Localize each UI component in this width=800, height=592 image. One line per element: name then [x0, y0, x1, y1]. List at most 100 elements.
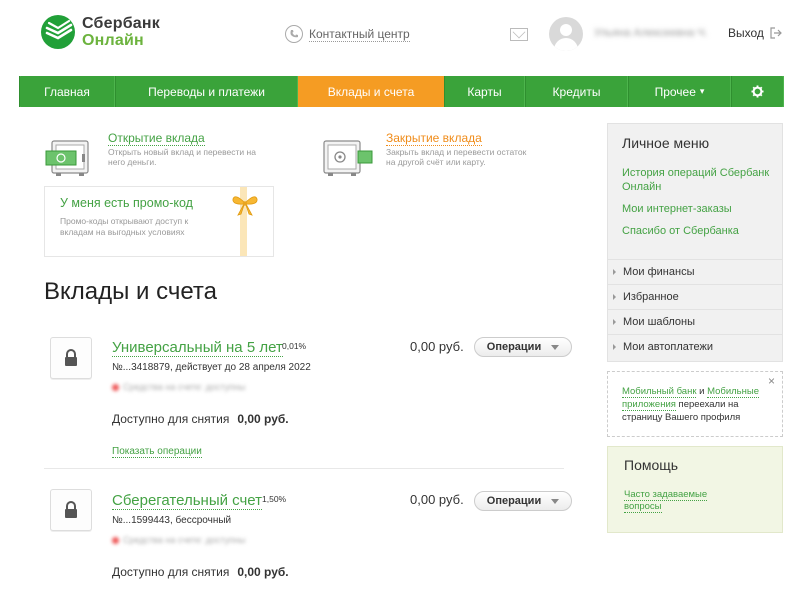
help-block: Помощь Часто задаваемые вопросы	[607, 446, 783, 533]
faq-link[interactable]: Часто задаваемые вопросы	[624, 489, 734, 513]
contact-center-link[interactable]: Контактный центр	[309, 27, 410, 42]
account-lock-tile	[50, 337, 92, 379]
mail-icon[interactable]	[510, 28, 528, 41]
chevron-right-icon	[613, 344, 616, 350]
sberbank-logo[interactable]: Сбербанк Онлайн	[40, 13, 180, 53]
gift-bow-icon	[232, 196, 258, 216]
promo-title[interactable]: У меня есть промо-код	[60, 196, 193, 210]
mobile-notice: × Мобильный банк и Мобильные приложения …	[607, 371, 783, 437]
close-deposit-link[interactable]: Закрытие вклада	[386, 131, 482, 146]
available-value: 0,00 руб.	[237, 565, 289, 579]
status-dot-icon	[112, 536, 119, 544]
nav-tab-transfers[interactable]: Переводы и платежи	[115, 76, 298, 107]
sidebar-item-finances[interactable]: Мои финансы	[608, 259, 782, 284]
sidebar-item-label: Мои автоплатежи	[623, 341, 714, 353]
sidebar-item-label: Избранное	[623, 291, 679, 303]
sidebar-link-spasibo[interactable]: Спасибо от Сбербанка	[622, 224, 777, 238]
account-lock-tile	[50, 489, 92, 531]
sidebar-item-autopayments[interactable]: Мои автоплатежи	[608, 334, 782, 359]
promo-desc: Промо-коды открывают доступ к вкладам на…	[60, 216, 189, 237]
logo-text-online: Онлайн	[82, 32, 144, 49]
avatar[interactable]	[549, 17, 583, 51]
personal-menu-title: Личное меню	[622, 135, 710, 151]
account-available: Доступно для снятия 0,00 руб.	[112, 412, 289, 426]
main-nav: Главная Переводы и платежи Вклады и счет…	[19, 76, 784, 107]
nav-tab-label: Главная	[44, 84, 90, 99]
phone-icon	[285, 25, 303, 43]
lock-icon	[65, 349, 77, 366]
mobile-bank-link[interactable]: Мобильный банк	[622, 386, 697, 398]
gear-icon	[751, 85, 764, 98]
help-title: Помощь	[624, 457, 679, 473]
chevron-down-icon	[551, 498, 560, 504]
safe-money-icon	[45, 140, 89, 176]
account-rate: 1,50%	[262, 494, 287, 504]
nav-settings[interactable]	[731, 76, 784, 107]
sberbank-logo-icon	[41, 15, 75, 49]
personal-menu: Личное меню История операций Сбербанк Он…	[607, 123, 783, 362]
nav-tab-deposits[interactable]: Вклады и счета	[298, 76, 444, 107]
close-deposit-desc: Закрыть вклад и перевести остаток на дру…	[386, 147, 527, 167]
sidebar-link-orders[interactable]: Мои интернет-заказы	[622, 202, 777, 216]
divider	[44, 468, 564, 469]
available-value: 0,00 руб.	[237, 412, 289, 426]
account-card: Сберегательный счет 1,50% №...1599443, б…	[44, 489, 572, 589]
faq-link-text: Часто задаваемые вопросы	[624, 489, 708, 513]
account-name[interactable]: Универсальный на 5 лет	[112, 339, 283, 357]
account-status-text: Средства на счете: доступны	[123, 382, 246, 392]
nav-tab-label: Вклады и счета	[327, 84, 415, 99]
account-amount: 0,00 руб.	[410, 339, 464, 354]
logout-icon	[770, 27, 782, 39]
account-card: Универсальный на 5 лет 0,01% №...3418879…	[44, 335, 572, 465]
notice-and: и	[696, 386, 708, 397]
logout-button[interactable]: Выход	[728, 26, 782, 40]
account-amount: 0,00 руб.	[410, 492, 464, 507]
account-number: №...3418879, действует до 28 апреля 2022	[112, 362, 311, 373]
close-deposit-action[interactable]: Закрытие вклада Закрыть вклад и перевест…	[322, 131, 552, 181]
safe-icon	[323, 140, 373, 176]
open-deposit-link[interactable]: Открытие вклада	[108, 131, 205, 146]
sidebar-item-label: Мои финансы	[623, 266, 695, 278]
contact-center[interactable]: Контактный центр	[285, 24, 410, 44]
header: Сбербанк Онлайн Контактный центр Ульяна …	[0, 0, 800, 72]
account-status-text: Средства на счете: доступны	[123, 535, 246, 545]
sidebar-item-templates[interactable]: Мои шаблоны	[608, 309, 782, 334]
logout-label: Выход	[728, 26, 764, 40]
avatar-head	[560, 24, 572, 36]
nav-tab-label: Карты	[467, 84, 502, 99]
open-deposit-desc: Открыть новый вклад и перевести на него …	[108, 147, 256, 167]
show-operations-link[interactable]: Показать операции	[112, 446, 202, 458]
status-dot-icon	[112, 383, 119, 391]
nav-tab-label: Кредиты	[552, 84, 601, 99]
notice-text: Мобильный банк и Мобильные приложения пе…	[622, 385, 772, 424]
operations-label: Операции	[486, 495, 542, 507]
lock-icon	[65, 501, 77, 518]
nav-tab-cards[interactable]: Карты	[444, 76, 525, 107]
nav-tab-label: Прочее	[654, 84, 696, 99]
promo-code-block[interactable]: У меня есть промо-код Промо-коды открыва…	[44, 186, 274, 257]
nav-tab-main[interactable]: Главная	[19, 76, 115, 107]
operations-button[interactable]: Операции	[474, 337, 572, 357]
operations-button[interactable]: Операции	[474, 491, 572, 511]
nav-tab-credits[interactable]: Кредиты	[525, 76, 628, 107]
account-number: №...1599443, бессрочный	[112, 515, 232, 526]
chevron-right-icon	[613, 294, 616, 300]
account-rate: 0,01%	[282, 341, 307, 351]
sidebar-link-history[interactable]: История операций Сбербанк Онлайн	[622, 166, 777, 194]
nav-tab-other[interactable]: Прочее ▾	[628, 76, 731, 107]
account-name[interactable]: Сберегательный счет	[112, 492, 263, 510]
open-deposit-action[interactable]: Открытие вклада Открыть новый вклад и пе…	[44, 131, 274, 181]
chevron-down-icon	[551, 344, 560, 350]
available-label: Доступно для снятия	[112, 412, 230, 426]
operations-label: Операции	[486, 341, 542, 353]
nav-tab-label: Переводы и платежи	[148, 84, 265, 99]
account-status: Средства на счете: доступны	[112, 382, 245, 392]
page-title: Вклады и счета	[44, 278, 217, 305]
account-available: Доступно для снятия 0,00 руб.	[112, 565, 289, 579]
logo-text-sberbank: Сбербанк	[82, 15, 160, 32]
user-name[interactable]: Ульяна Алексеевна Ч.	[594, 27, 708, 39]
chevron-down-icon: ▾	[699, 86, 705, 96]
avatar-body	[554, 38, 578, 51]
sidebar-item-favorites[interactable]: Избранное	[608, 284, 782, 309]
sidebar-item-label: Мои шаблоны	[623, 316, 695, 328]
